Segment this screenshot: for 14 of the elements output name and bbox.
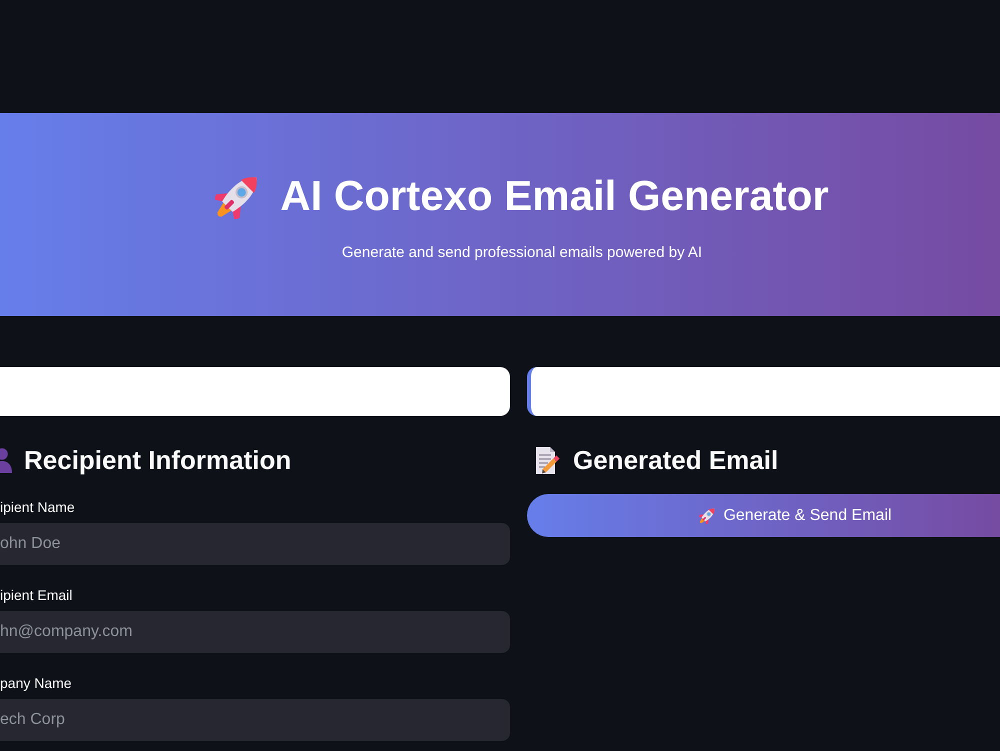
section-heading: Generated Email — [573, 444, 778, 477]
input-field[interactable]: ech Corp — [0, 699, 510, 741]
rocket-icon — [699, 507, 716, 524]
app-subtitle: Generate and send professional emails powered by AI — [342, 243, 702, 263]
field-label: ipient Name — [0, 498, 76, 516]
input-field[interactable]: ohn Doe — [0, 523, 510, 565]
section-heading: Recipient Information — [24, 444, 292, 477]
person-icon — [0, 447, 12, 473]
app-title: AI Cortexo Email Generator — [280, 171, 829, 221]
note-pencil-icon — [535, 446, 560, 474]
field-label: ipient Email — [0, 586, 74, 604]
input-field[interactable]: hn@company.com — [0, 611, 510, 653]
field-label: pany Name — [0, 674, 73, 692]
generate-send-button[interactable]: Generate & Send Email — [527, 494, 1000, 537]
